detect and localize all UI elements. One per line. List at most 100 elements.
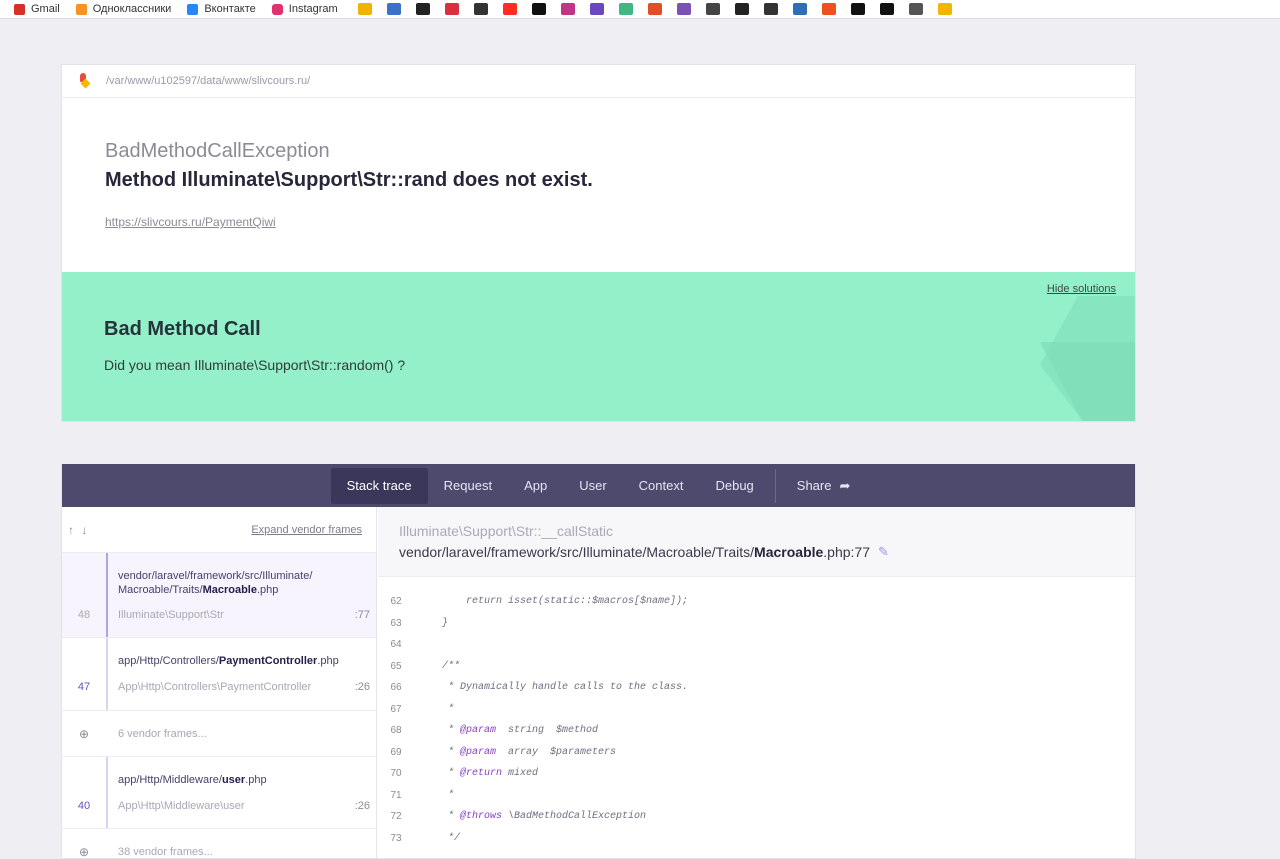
bookmark-odnoklassniki[interactable]: Одноклассники: [75, 0, 172, 19]
bookmark-label: Вконтакте: [204, 3, 256, 15]
instagram-icon: [271, 3, 283, 15]
frame-method: Illuminate\Support\Str::__callStatic: [399, 523, 613, 539]
bookmark-vue-icon[interactable]: [618, 3, 633, 15]
tab-request[interactable]: Request: [428, 468, 508, 504]
bookmark-bars-icon[interactable]: [850, 3, 865, 15]
bookmark-pdf-icon[interactable]: [444, 3, 459, 15]
exception-message: Method Illuminate\Support\Str::rand does…: [105, 169, 593, 191]
frame-number: 40: [77, 800, 91, 812]
bookmark-doc-icon[interactable]: [415, 3, 430, 15]
bookmark-instagram[interactable]: Instagram: [271, 0, 338, 19]
code-snippet: 62 return isset(static::$macros[$name]);…: [378, 577, 1135, 850]
stack-frame[interactable]: 48 vendor/laravel/framework/src/Illumina…: [62, 553, 376, 638]
code-line-number: 63: [390, 617, 402, 629]
code-line: 72 * @throws \BadMethodCallException: [378, 806, 1135, 828]
bookmark-codepen-icon[interactable]: [734, 3, 749, 15]
code-line: 68 * @param string $method: [378, 720, 1135, 742]
request-url-link[interactable]: https://slivcours.ru/PaymentQiwi: [105, 215, 276, 229]
stack-frame[interactable]: 47 app/Http/Controllers/PaymentControlle…: [62, 638, 376, 711]
bookmark-pen-icon[interactable]: [357, 3, 372, 15]
frame-detail-header: Illuminate\Support\Str::__callStatic ven…: [378, 507, 1135, 577]
bookmark-figma-icon[interactable]: [821, 3, 836, 15]
vendor-frames-label: 6 vendor frames...: [118, 727, 207, 740]
vendor-frames-label: 38 vendor frames...: [118, 845, 213, 858]
code-line-text: * @param string $method: [418, 725, 599, 737]
code-line-text: * @return mixed: [418, 768, 539, 780]
code-line-text: * @param array $parameters: [418, 746, 617, 758]
bookmark-bootstrap-icon[interactable]: [676, 3, 691, 15]
code-line-number: 69: [390, 746, 402, 758]
frame-nav-arrows-icon[interactable]: ↑ ↓: [68, 523, 89, 537]
tab-context[interactable]: Context: [623, 468, 700, 504]
expand-plus-icon: ⊕: [78, 726, 90, 741]
frame-line: :26: [354, 800, 370, 812]
code-line-number: 72: [390, 811, 402, 823]
vendor-frames-toggle[interactable]: ⊕ 38 vendor frames...: [62, 829, 376, 859]
code-line-number: 62: [390, 596, 402, 608]
bookmark-label: Одноклассники: [92, 3, 172, 15]
bookmark-gmail[interactable]: Gmail: [14, 0, 60, 19]
edit-pencil-icon[interactable]: ✎: [878, 544, 889, 560]
code-line: 65 /**: [378, 656, 1135, 678]
bookmark-bc-icon[interactable]: [763, 3, 778, 15]
path-bar: /var/www/u102597/data/www/slivcours.ru/: [62, 65, 1135, 98]
stack-frame[interactable]: 40 app/Http/Middleware/user.php App\Http…: [62, 757, 376, 829]
tab-app[interactable]: App: [508, 468, 563, 504]
code-line: 62 return isset(static::$macros[$name]);: [378, 591, 1135, 613]
code-line-number: 68: [390, 725, 402, 737]
code-line-number: 71: [390, 789, 402, 801]
tab-navbar: Stack trace Request App User Context Deb…: [62, 464, 1135, 507]
ignition-logo-icon: [78, 73, 91, 89]
tab-debug[interactable]: Debug: [699, 468, 769, 504]
hide-solutions-link[interactable]: Hide solutions: [1047, 283, 1116, 295]
code-line-text: * Dynamically handle calls to the class.: [418, 682, 689, 694]
bookmark-laravel-icon[interactable]: [502, 3, 517, 15]
nav-divider: [774, 468, 776, 503]
code-line-number: 66: [390, 682, 402, 694]
frames-header: ↑ ↓ Expand vendor frames: [62, 507, 376, 553]
code-line: 70 * @return mixed: [378, 763, 1135, 785]
code-line-text: *: [418, 703, 455, 715]
code-line: 71 *: [378, 785, 1135, 807]
bookmark-mdb-icon[interactable]: [386, 3, 401, 15]
bookmark-html-icon[interactable]: [647, 3, 662, 15]
bookmark-bird-icon[interactable]: [589, 3, 604, 15]
bookmark-search-icon[interactable]: [937, 3, 952, 15]
vendor-frames-toggle[interactable]: ⊕ 6 vendor frames...: [62, 711, 376, 757]
frame-file: app/Http/Middleware/user.php: [118, 774, 267, 786]
expand-plus-icon: ⊕: [78, 844, 90, 859]
code-line: 67 *: [378, 699, 1135, 721]
bookmark-dev-icon[interactable]: [531, 3, 546, 15]
bookmark-vkontakte[interactable]: Вконтакте: [187, 0, 256, 19]
bookmark-box-icon[interactable]: [473, 3, 488, 15]
frame-file: app/Http/Controllers/PaymentController.p…: [118, 655, 339, 667]
exception-class: BadMethodCallException: [105, 140, 330, 162]
code-line: 66 * Dynamically handle calls to the cla…: [378, 677, 1135, 699]
frame-number: 48: [77, 609, 91, 621]
code-line-number: 70: [390, 768, 402, 780]
bookmark-github-icon[interactable]: [560, 3, 575, 15]
bookmark-chat-icon[interactable]: [908, 3, 923, 15]
gmail-icon: [14, 3, 25, 15]
expand-vendor-frames-link[interactable]: Expand vendor frames: [251, 524, 362, 536]
tab-user[interactable]: User: [563, 468, 622, 504]
bookmark-globe-icon[interactable]: [705, 3, 720, 15]
code-line-text: *: [418, 789, 455, 801]
tab-stack-trace[interactable]: Stack trace: [330, 467, 428, 504]
share-label: Share: [796, 478, 832, 493]
solution-title: Bad Method Call: [104, 318, 261, 340]
frame-detail: Illuminate\Support\Str::__callStatic ven…: [378, 507, 1135, 858]
share-button[interactable]: Share ➦: [781, 468, 867, 504]
code-line-number: 73: [390, 832, 402, 844]
code-line-text: }: [418, 617, 449, 629]
frame-line: :77: [354, 609, 370, 621]
bookmark-tool-icon[interactable]: [792, 3, 807, 15]
code-line: 73 */: [378, 828, 1135, 850]
frame-class: Illuminate\Support\Str: [118, 609, 224, 621]
frame-line: :26: [354, 681, 370, 693]
code-line-text: * @throws \BadMethodCallException: [418, 811, 647, 823]
frame-filepath: vendor/laravel/framework/src/Illuminate/…: [399, 544, 889, 560]
stack-section: Stack trace Request App User Context Deb…: [61, 464, 1136, 859]
bookmark-k-icon[interactable]: [879, 3, 894, 15]
bookmark-label: Instagram: [288, 3, 338, 15]
